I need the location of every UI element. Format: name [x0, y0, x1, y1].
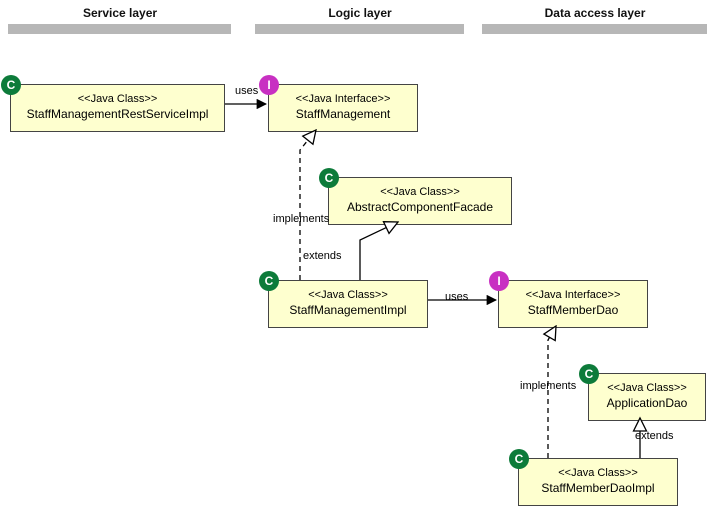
class-name-label: ApplicationDao: [599, 396, 695, 410]
node-staff-management-rest-service-impl: C <<Java Class>> StaffManagementRestServ…: [10, 84, 225, 132]
class-name-label: StaffManagement: [279, 107, 407, 121]
column-header-logic: Logic layer: [260, 6, 460, 20]
node-staff-member-dao-impl: C <<Java Class>> StaffMemberDaoImpl: [518, 458, 678, 506]
edge-label-implements: implements: [520, 380, 576, 392]
diagram-canvas: Service layer Logic layer Data access la…: [0, 0, 714, 532]
node-abstract-component-facade: C <<Java Class>> AbstractComponentFacade: [328, 177, 512, 225]
class-icon: C: [579, 364, 599, 384]
column-bar-logic: [255, 24, 464, 34]
node-staff-management: I <<Java Interface>> StaffManagement: [268, 84, 418, 132]
edge-label-uses: uses: [235, 85, 258, 97]
edge-label-extends: extends: [303, 250, 342, 262]
class-icon: C: [259, 271, 279, 291]
column-header-service: Service layer: [20, 6, 220, 20]
node-staff-management-impl: C <<Java Class>> StaffManagementImpl: [268, 280, 428, 328]
stereotype-label: <<Java Interface>>: [509, 289, 637, 301]
column-bar-service: [8, 24, 231, 34]
stereotype-label: <<Java Class>>: [279, 289, 417, 301]
stereotype-label: <<Java Interface>>: [279, 93, 407, 105]
stereotype-label: <<Java Class>>: [21, 93, 214, 105]
connectors-svg: [0, 0, 714, 532]
interface-icon: I: [259, 75, 279, 95]
class-name-label: StaffManagementImpl: [279, 303, 417, 317]
edge-label-implements: implements: [273, 213, 329, 225]
class-name-label: StaffMemberDao: [509, 303, 637, 317]
column-bar-data: [482, 24, 707, 34]
class-name-label: AbstractComponentFacade: [339, 200, 501, 214]
edge-label-extends: extends: [635, 430, 674, 442]
column-header-label: Data access layer: [545, 6, 646, 20]
node-application-dao: C <<Java Class>> ApplicationDao: [588, 373, 706, 421]
column-header-label: Service layer: [83, 6, 157, 20]
edge-label-uses: uses: [445, 291, 468, 303]
stereotype-label: <<Java Class>>: [529, 467, 667, 479]
column-header-data: Data access layer: [495, 6, 695, 20]
interface-icon: I: [489, 271, 509, 291]
class-name-label: StaffMemberDaoImpl: [529, 481, 667, 495]
node-staff-member-dao: I <<Java Interface>> StaffMemberDao: [498, 280, 648, 328]
class-icon: C: [319, 168, 339, 188]
column-header-label: Logic layer: [328, 6, 391, 20]
stereotype-label: <<Java Class>>: [599, 382, 695, 394]
stereotype-label: <<Java Class>>: [339, 186, 501, 198]
class-icon: C: [509, 449, 529, 469]
class-icon: C: [1, 75, 21, 95]
class-name-label: StaffManagementRestServiceImpl: [21, 107, 214, 121]
